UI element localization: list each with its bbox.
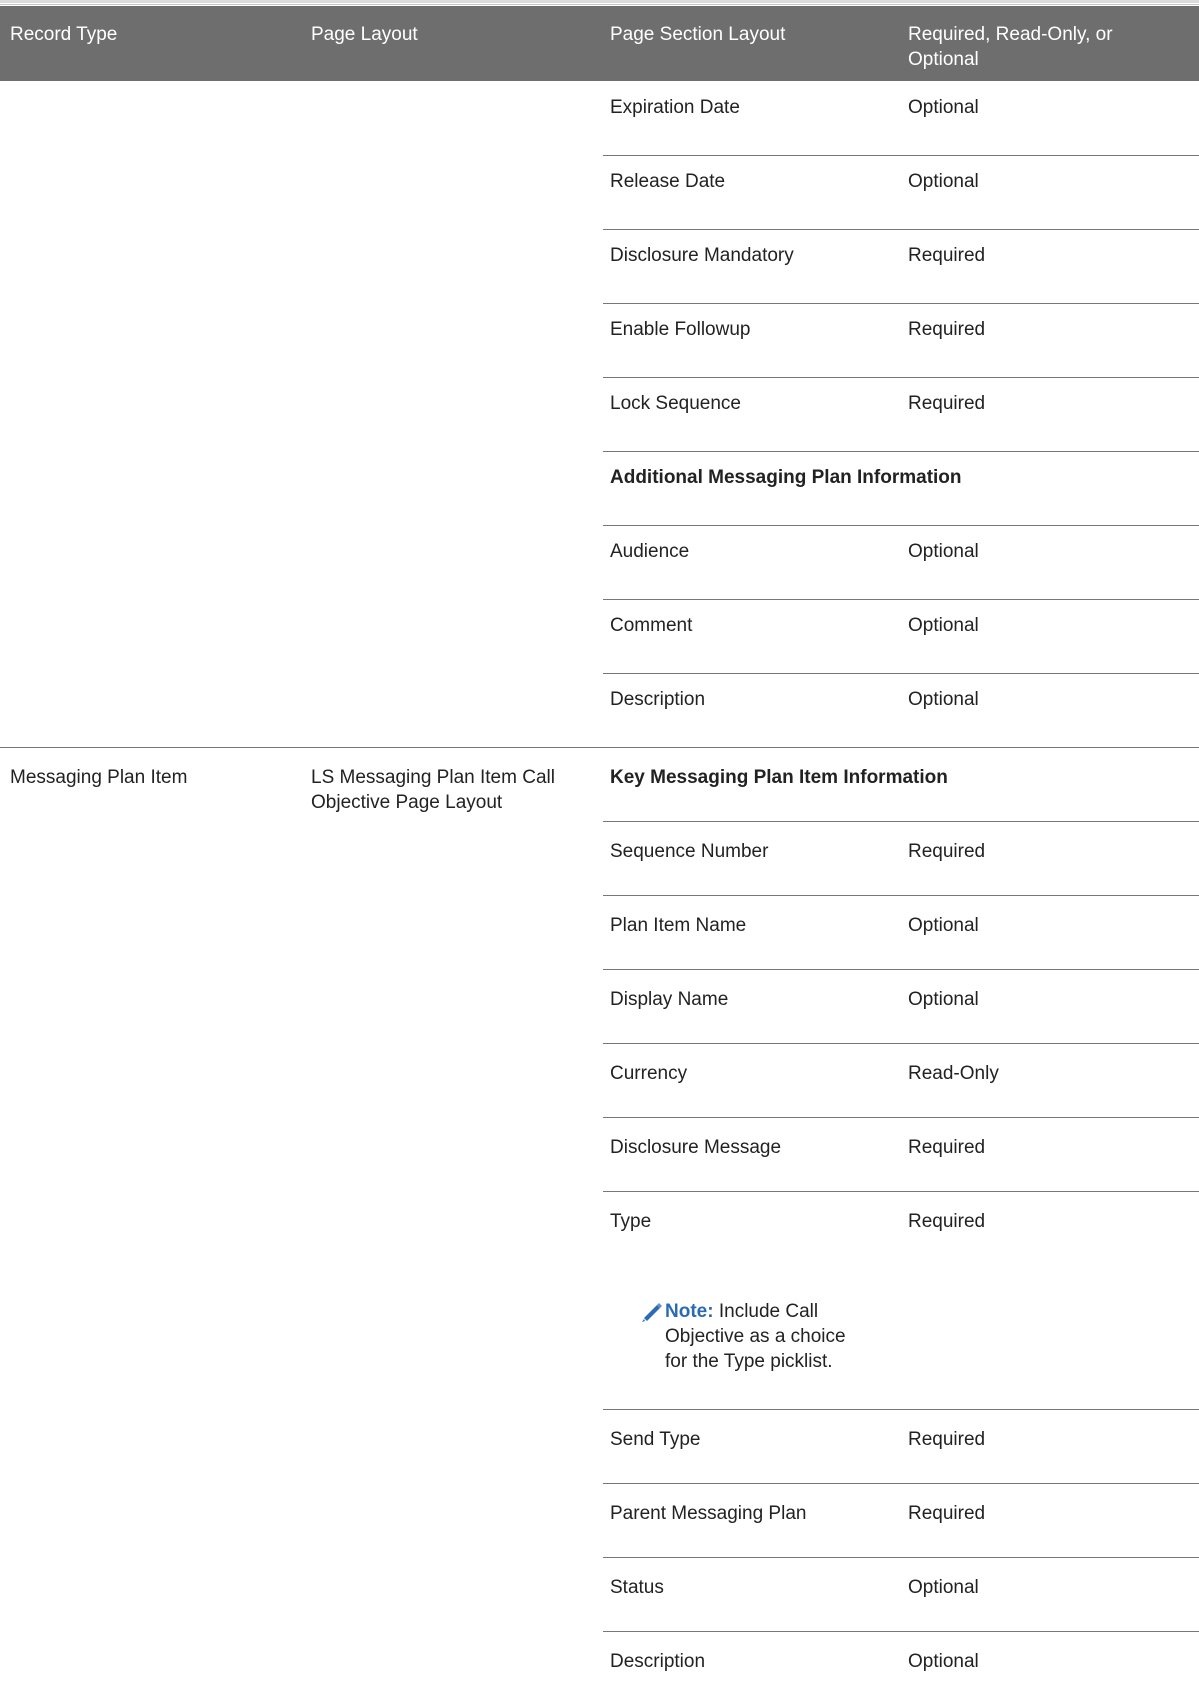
- note-label: Note:: [665, 1301, 714, 1322]
- field-name: Comment: [610, 615, 693, 636]
- field-status: Optional: [908, 689, 979, 710]
- field-name: Enable Followup: [610, 319, 751, 340]
- row-divider: [603, 821, 1199, 822]
- pencil-icon: [642, 1303, 662, 1322]
- row-divider: [603, 1483, 1199, 1484]
- field-name: Audience: [610, 541, 690, 562]
- header-page-section-layout: Page Section Layout: [610, 24, 786, 45]
- field-name: Lock Sequence: [610, 393, 741, 414]
- field-name: Release Date: [610, 171, 726, 192]
- row-divider: [603, 599, 1199, 600]
- row-divider: [603, 1043, 1199, 1044]
- row-divider: [603, 303, 1199, 304]
- section-heading: Key Messaging Plan Item Information: [610, 767, 948, 788]
- row-divider: [603, 451, 1199, 452]
- header-page-layout: Page Layout: [311, 24, 418, 45]
- header-record-type: Record Type: [10, 24, 118, 45]
- field-name: Send Type: [610, 1429, 701, 1450]
- field-name: Disclosure Message: [610, 1137, 782, 1158]
- field-status: Required: [908, 319, 986, 340]
- row-divider: [603, 1557, 1199, 1558]
- field-status: Required: [908, 1503, 986, 1524]
- row-divider: [603, 1409, 1199, 1410]
- field-status: Required: [908, 1137, 986, 1158]
- field-name: Type: [610, 1211, 652, 1232]
- field-name: Expiration Date: [610, 97, 740, 118]
- field-name: Parent Messaging Plan: [610, 1503, 807, 1524]
- field-status: Required: [908, 393, 986, 414]
- table-header: Record Type Page Layout Page Section Lay…: [0, 6, 1199, 81]
- field-status: Optional: [908, 97, 979, 118]
- field-status: Optional: [908, 989, 979, 1010]
- field-name: Sequence Number: [610, 841, 769, 862]
- field-status: Optional: [908, 1651, 979, 1672]
- record-divider: [0, 747, 1199, 748]
- field-status: Optional: [908, 1577, 979, 1598]
- note-box: Note: Include Call Objective as a choice…: [638, 1299, 868, 1374]
- field-name: Currency: [610, 1063, 688, 1084]
- row-divider: [603, 229, 1199, 230]
- field-status: Required: [908, 841, 986, 862]
- field-status: Read-Only: [908, 1063, 999, 1084]
- row-divider: [603, 673, 1199, 674]
- field-status: Optional: [908, 915, 979, 936]
- row-divider: [603, 525, 1199, 526]
- row-divider: [603, 1117, 1199, 1118]
- field-status: Optional: [908, 541, 979, 562]
- record-type-cell: Messaging Plan Item: [10, 767, 188, 788]
- field-status: Optional: [908, 615, 979, 636]
- section-heading: Additional Messaging Plan Information: [610, 467, 962, 488]
- field-name: Disclosure Mandatory: [610, 245, 794, 266]
- row-divider: [603, 895, 1199, 896]
- row-divider: [603, 1191, 1199, 1192]
- field-name: Display Name: [610, 989, 729, 1010]
- field-status: Required: [908, 1429, 986, 1450]
- field-name: Description: [610, 1651, 706, 1672]
- header-required: Required, Read-Only, or Optional: [908, 24, 1113, 70]
- row-divider: [603, 155, 1199, 156]
- page-layout-cell: LS Messaging Plan Item Call Objective Pa…: [311, 767, 555, 813]
- row-divider: [603, 377, 1199, 378]
- field-name: Description: [610, 689, 706, 710]
- top-rule: [0, 0, 1199, 3]
- top-rule-secondary: [0, 4, 1199, 5]
- field-name: Status: [610, 1577, 664, 1598]
- field-status: Required: [908, 1211, 986, 1232]
- field-name: Plan Item Name: [610, 915, 747, 936]
- note-text: Note: Include Call Objective as a choice…: [665, 1299, 868, 1374]
- field-status: Required: [908, 245, 986, 266]
- row-divider: [603, 969, 1199, 970]
- field-status: Optional: [908, 171, 979, 192]
- row-divider: [603, 1631, 1199, 1632]
